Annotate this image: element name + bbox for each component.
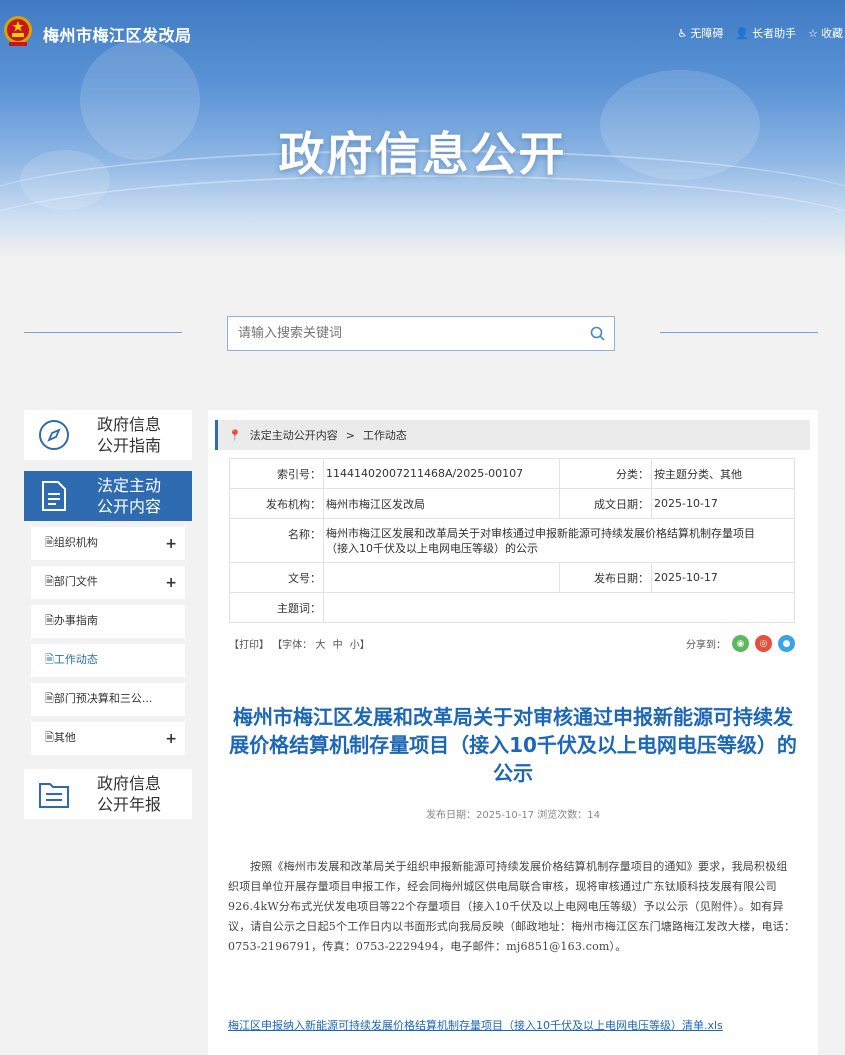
meta-published-value: 2025-10-17 [651, 562, 795, 593]
meta-docno-value [323, 562, 560, 593]
sidebar-item-budget[interactable]: 🗎部门预决算和三公... [31, 683, 185, 716]
report-icon [39, 783, 69, 808]
wechat-share-icon[interactable]: ◉ [732, 635, 749, 652]
share-bar: 分享到： ◉ ◎ ● [686, 635, 795, 652]
sidebar-annual[interactable]: 政府信息 公开年报 [24, 769, 192, 819]
file-icon: 🗎 [45, 731, 54, 744]
search-button[interactable] [580, 317, 614, 350]
divider-left [24, 332, 182, 333]
expand-icon[interactable]: + [165, 731, 177, 747]
breadcrumb-level2[interactable]: 工作动态 [363, 427, 407, 443]
article-title: 梅州市梅江区发展和改革局关于对审核通过申报新能源可持续发展价格结算机制存量项目（… [229, 705, 797, 785]
breadcrumb: 📍 法定主动公开内容 > 工作动态 [215, 420, 810, 450]
site-name[interactable]: 梅州市梅江区发改局 [43, 22, 192, 46]
font-medium-button[interactable]: 中 [333, 640, 343, 651]
expand-icon[interactable]: + [165, 536, 177, 552]
breadcrumb-level1[interactable]: 法定主动公开内容 [250, 427, 338, 443]
elder-assist-link[interactable]: 👤 长者助手 [735, 25, 796, 41]
meta-keywords-value [323, 592, 795, 623]
sidebar-content-label-2: 公开内容 [96, 497, 161, 516]
sidebar-item-docs[interactable]: 🗎部门文件 + [31, 566, 185, 599]
sidebar-guide[interactable]: 政府信息 公开指南 [24, 410, 192, 460]
national-emblem-icon [4, 16, 32, 46]
article-toolbar: 【打印】 【字体： 大 中 小】 分享到： ◉ ◎ ● [229, 635, 795, 652]
header-banner: 梅州市梅江区发改局 ♿ 无障碍 👤 长者助手 ☆ 收藏 政府信息公开 [0, 0, 845, 258]
font-size-label: 【字体： [272, 640, 313, 651]
person-icon: 👤 [735, 26, 750, 40]
meta-name-label: 名称： [229, 518, 324, 563]
expand-icon[interactable]: + [165, 575, 177, 591]
sidebar-guide-label-2: 公开指南 [96, 436, 161, 455]
meta-created-label: 成文日期： [559, 488, 652, 519]
sidebar-annual-label-2: 公开年报 [96, 795, 161, 814]
meta-publisher-value: 梅州市梅江区发改局 [323, 488, 560, 519]
meta-keywords-label: 主题词： [229, 592, 324, 623]
meta-published-label: 发布日期： [559, 562, 652, 593]
meta-category-label: 分类： [559, 458, 652, 489]
meta-index-label: 索引号： [229, 458, 324, 489]
sidebar: 政府信息 公开指南 法定主动 公开内容 🗎组织机构 + 🗎部门文件 + 🗎办事指南 🗎工… [24, 410, 192, 819]
search-input[interactable] [228, 317, 580, 350]
meta-created-value: 2025-10-17 [651, 488, 795, 519]
sidebar-item-org[interactable]: 🗎组织机构 + [31, 527, 185, 560]
search-box [227, 316, 615, 351]
weibo-share-icon[interactable]: ◎ [755, 635, 772, 652]
star-icon: ☆ [808, 26, 818, 40]
font-large-button[interactable]: 大 [315, 640, 325, 651]
accessibility-link[interactable]: ♿ 无障碍 [678, 25, 724, 41]
sidebar-item-news[interactable]: 🗎工作动态 [31, 644, 185, 677]
meta-publisher-label: 发布机构： [229, 488, 324, 519]
meta-category-value: 按主题分类、其他 [651, 458, 795, 489]
compass-icon [39, 420, 69, 450]
article-meta: 发布日期：2025-10-17 浏览次数：14 [425, 810, 601, 821]
meta-table: 索引号： 11441402007211468A/2025-00107 分类： 按… [229, 458, 795, 623]
sidebar-content-label-1: 法定主动 [96, 476, 161, 495]
file-icon: 🗎 [45, 653, 54, 666]
wheelchair-icon: ♿ [677, 26, 688, 40]
favorite-link[interactable]: ☆ 收藏 [808, 25, 843, 41]
print-button[interactable]: 【打印】 [229, 640, 269, 651]
search-icon [590, 326, 605, 341]
sidebar-content[interactable]: 法定主动 公开内容 [24, 471, 192, 521]
divider-right [660, 332, 818, 333]
sidebar-guide-label-1: 政府信息 [96, 415, 161, 434]
meta-index-value: 11441402007211468A/2025-00107 [323, 458, 560, 489]
font-small-button[interactable]: 小】 [350, 640, 370, 651]
share-label: 分享到： [686, 640, 726, 651]
qq-share-icon[interactable]: ● [778, 635, 795, 652]
file-icon: 🗎 [45, 536, 54, 549]
breadcrumb-separator: > [345, 428, 355, 442]
meta-docno-label: 文号： [229, 562, 324, 593]
sidebar-item-other[interactable]: 🗎其他 + [31, 722, 185, 755]
banner-title: 政府信息公开 [278, 127, 567, 181]
document-icon [42, 481, 66, 511]
meta-name-value: 梅州市梅江区发展和改革局关于对审核通过申报新能源可持续发展价格结算机制存量项目（… [323, 518, 795, 563]
attachment-link[interactable]: 梅江区申报纳入新能源可持续发展价格结算机制存量项目（接入10千伏及以上电网电压等… [228, 1017, 723, 1033]
sidebar-item-guide[interactable]: 🗎办事指南 [31, 605, 185, 638]
sidebar-annual-label-1: 政府信息 [96, 774, 161, 793]
header-tools: ♿ 无障碍 👤 长者助手 ☆ 收藏 [678, 25, 843, 41]
article-body: 按照《梅州市发展和改革局关于组织申报新能源可持续发展价格结算机制存量项目的通知》… [228, 860, 796, 953]
file-icon: 🗎 [45, 575, 54, 588]
main-content: 📍 法定主动公开内容 > 工作动态 索引号： 11441402007211468… [208, 410, 818, 1055]
file-icon: 🗎 [45, 692, 54, 705]
location-pin-icon: 📍 [228, 428, 242, 442]
file-icon: 🗎 [45, 614, 54, 627]
